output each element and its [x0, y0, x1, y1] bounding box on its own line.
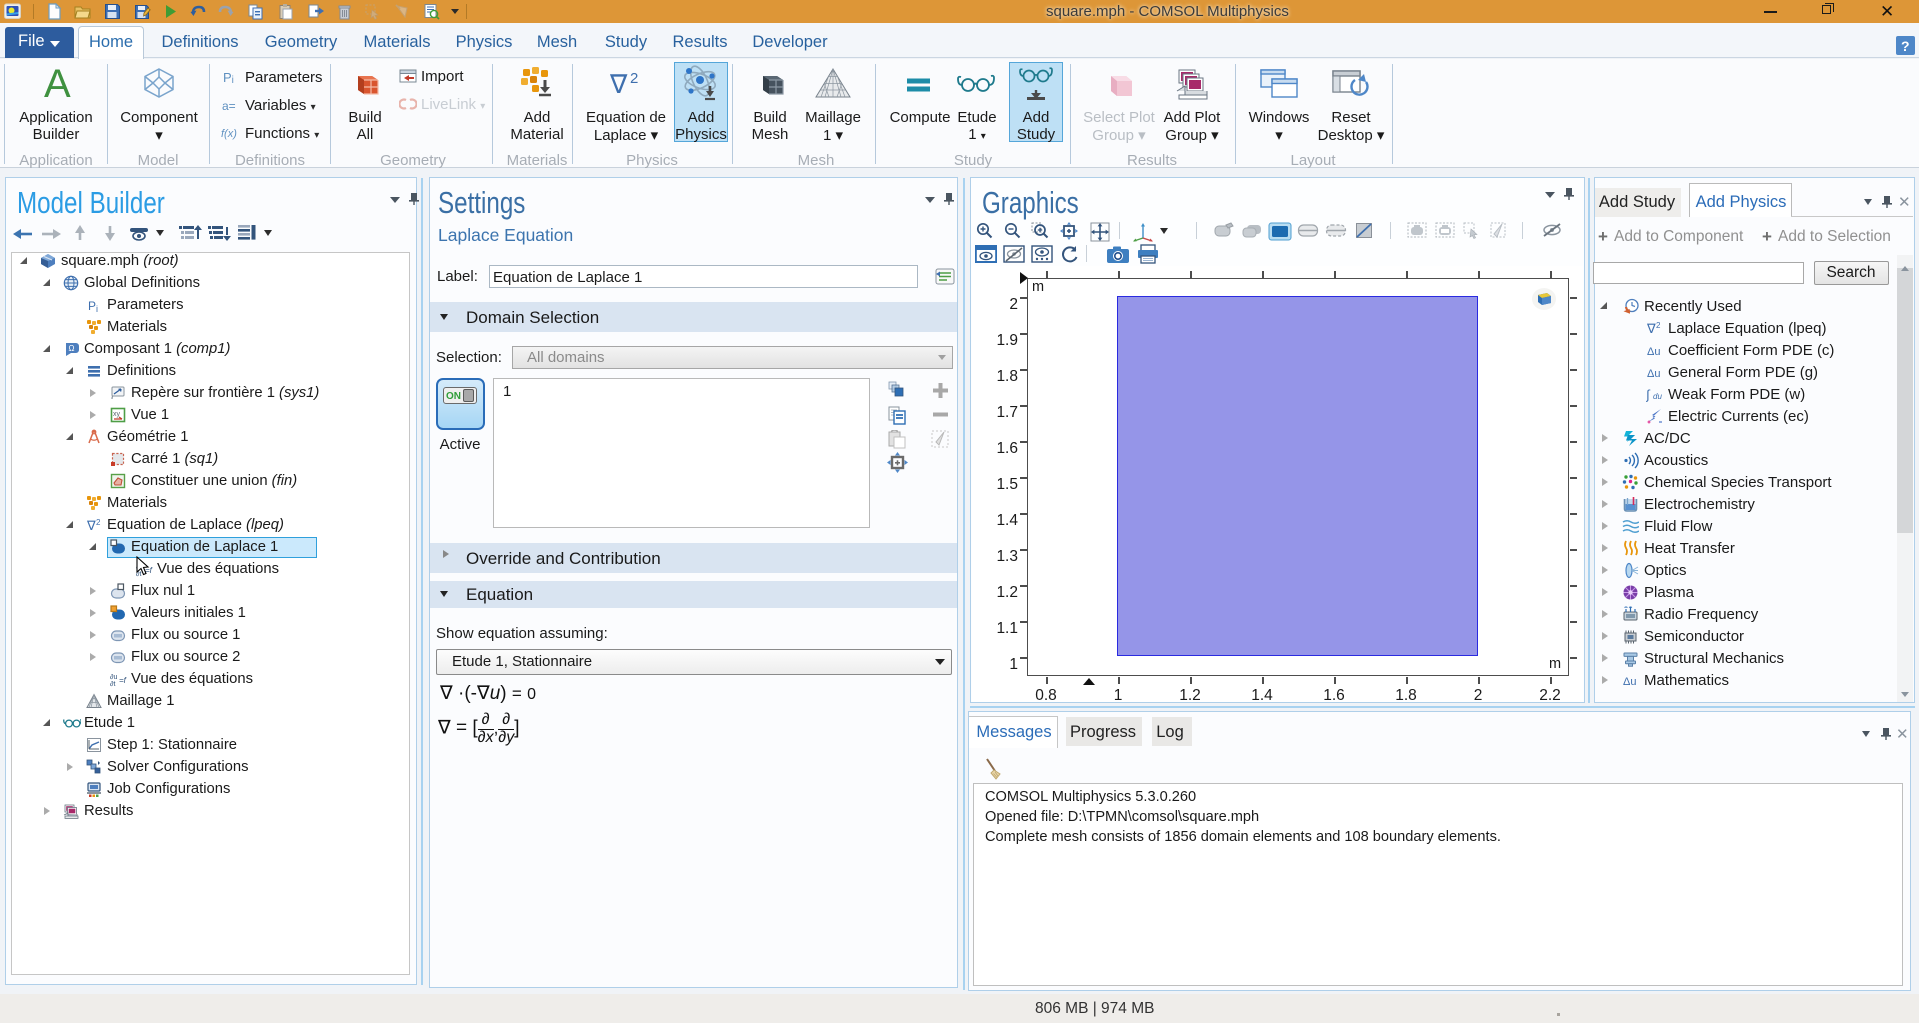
- svg-text:=f: =f: [119, 676, 127, 685]
- svg-text:2: 2: [630, 70, 638, 87]
- svg-text:Ω: Ω: [69, 344, 75, 353]
- svg-text:Δu: Δu: [1647, 346, 1660, 358]
- svg-text:i: i: [96, 304, 98, 313]
- svg-text:∇: ∇: [1646, 321, 1656, 336]
- svg-text:f(x): f(x): [221, 128, 237, 140]
- svg-text:Pi: Pi: [223, 70, 234, 85]
- svg-text:du: du: [1653, 392, 1662, 401]
- svg-text:∂u: ∂u: [110, 674, 117, 681]
- svg-text:a=: a=: [222, 99, 236, 113]
- svg-text:∂t: ∂t: [110, 681, 115, 687]
- svg-text:∇: ∇: [609, 70, 628, 96]
- svg-text:P: P: [88, 299, 96, 313]
- svg-text:Δu: Δu: [1647, 368, 1660, 380]
- svg-text:2: 2: [1656, 321, 1661, 330]
- svg-text:2: 2: [96, 518, 101, 527]
- svg-text:∫: ∫: [1646, 387, 1651, 402]
- svg-text:∇: ∇: [86, 518, 96, 533]
- svg-text:Δu: Δu: [1623, 676, 1636, 688]
